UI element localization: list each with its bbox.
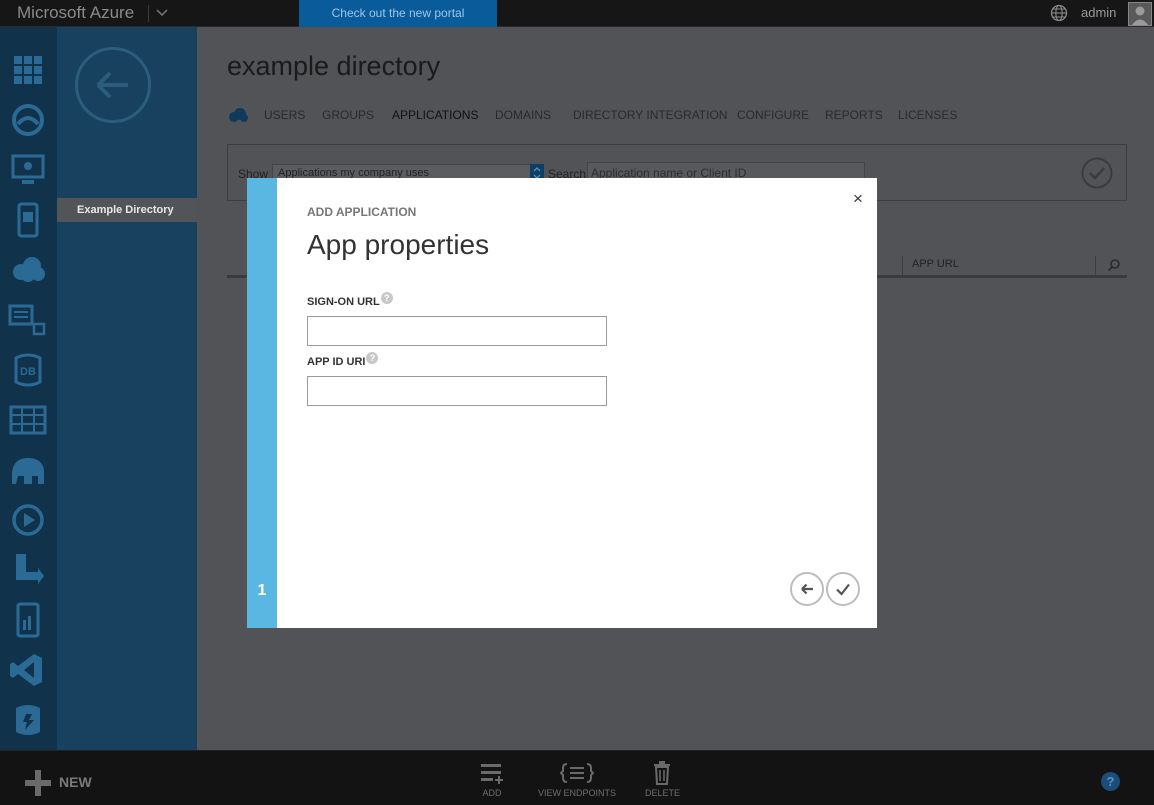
batch-services-icon[interactable]: [8, 302, 48, 338]
directory-sidebar: Example Directory: [57, 27, 197, 750]
mobile-services-icon[interactable]: [8, 202, 48, 238]
virtual-machines-icon[interactable]: [8, 152, 48, 188]
all-items-icon[interactable]: [8, 52, 48, 88]
brand-title[interactable]: Microsoft Azure: [17, 3, 134, 23]
help-icon[interactable]: ?: [366, 352, 379, 364]
websites-icon[interactable]: [8, 102, 48, 138]
globe-icon[interactable]: [1050, 4, 1068, 22]
search-icon[interactable]: [1107, 258, 1121, 272]
top-bar: Microsoft Azure Check out the new portal…: [0, 0, 1154, 27]
service-icon-bar: DB: [0, 27, 57, 750]
hdinsight-icon[interactable]: [8, 452, 48, 488]
endpoints-icon: [560, 763, 594, 783]
user-name[interactable]: admin: [1081, 5, 1116, 20]
wizard-step-strip: 1: [247, 178, 277, 628]
add-application-dialog: 1 × ADD APPLICATION App properties SIGN-…: [247, 178, 877, 628]
view-endpoints-label: VIEW ENDPOINTS: [538, 788, 617, 798]
dialog-title: App properties: [307, 229, 490, 260]
sign-on-url-field[interactable]: [307, 316, 607, 346]
cloud-services-icon[interactable]: [8, 252, 48, 288]
tab-licenses[interactable]: LICENSES: [898, 108, 957, 122]
svg-text:DB: DB: [20, 366, 36, 378]
app-id-uri-label: APP ID URI?: [307, 352, 379, 368]
close-icon[interactable]: ×: [848, 189, 868, 209]
cloud-directory-icon: [227, 107, 249, 123]
check-icon: [836, 583, 850, 596]
sql-databases-icon[interactable]: DB: [8, 352, 48, 388]
mobile-engagement-icon[interactable]: [8, 602, 48, 638]
visual-studio-icon[interactable]: [8, 652, 48, 688]
divider: [148, 5, 149, 22]
app-id-uri-field[interactable]: [307, 376, 607, 406]
sign-on-url-label-text: SIGN-ON URL: [307, 296, 380, 308]
column-divider: [902, 256, 903, 276]
view-endpoints-button[interactable]: VIEW ENDPOINTS: [538, 761, 616, 798]
add-list-icon: [481, 764, 503, 784]
trash-icon: [654, 761, 670, 785]
tab-applications[interactable]: APPLICATIONS: [392, 108, 478, 122]
tab-configure[interactable]: CONFIGURE: [737, 108, 809, 122]
column-header-app-url[interactable]: APP URL: [912, 258, 959, 270]
apply-filter-check-icon[interactable]: [1081, 157, 1113, 189]
column-divider: [1095, 256, 1096, 276]
cache-icon[interactable]: [8, 702, 48, 738]
storage-icon[interactable]: [8, 402, 48, 438]
tab-directory-integration[interactable]: DIRECTORY INTEGRATION: [573, 108, 727, 122]
chevron-down-icon[interactable]: [154, 5, 170, 21]
new-portal-link[interactable]: Check out the new portal: [299, 0, 497, 27]
page-title: example directory: [227, 51, 441, 81]
arrow-left-icon: [801, 583, 813, 595]
complete-button[interactable]: [826, 572, 860, 606]
add-label: ADD: [482, 788, 502, 798]
tab-groups[interactable]: GROUPS: [322, 108, 374, 122]
app-id-uri-label-text: APP ID URI: [307, 356, 366, 368]
delete-button[interactable]: DELETE: [645, 761, 681, 798]
tab-domains[interactable]: DOMAINS: [495, 108, 551, 122]
sidebar-item-example-directory[interactable]: Example Directory: [57, 198, 197, 222]
service-bus-icon[interactable]: [8, 552, 48, 588]
media-services-icon[interactable]: [8, 502, 48, 538]
previous-button[interactable]: [790, 572, 824, 606]
add-button[interactable]: ADD: [476, 761, 508, 798]
step-number: 1: [257, 582, 267, 599]
delete-label: DELETE: [645, 788, 681, 798]
help-icon[interactable]: ?: [380, 292, 393, 304]
plus-icon[interactable]: [24, 769, 52, 797]
tab-users[interactable]: USERS: [264, 108, 305, 122]
dialog-eyebrow: ADD APPLICATION: [307, 205, 417, 219]
help-icon[interactable]: ?: [1101, 772, 1120, 791]
command-bar: NEW ADD VIEW ENDPOINTS DELETE ?: [0, 750, 1154, 805]
new-button[interactable]: NEW: [59, 774, 92, 790]
back-button[interactable]: [75, 47, 151, 123]
tab-reports[interactable]: REPORTS: [825, 108, 883, 122]
sign-on-url-label: SIGN-ON URL?: [307, 292, 393, 308]
avatar[interactable]: [1128, 2, 1152, 26]
